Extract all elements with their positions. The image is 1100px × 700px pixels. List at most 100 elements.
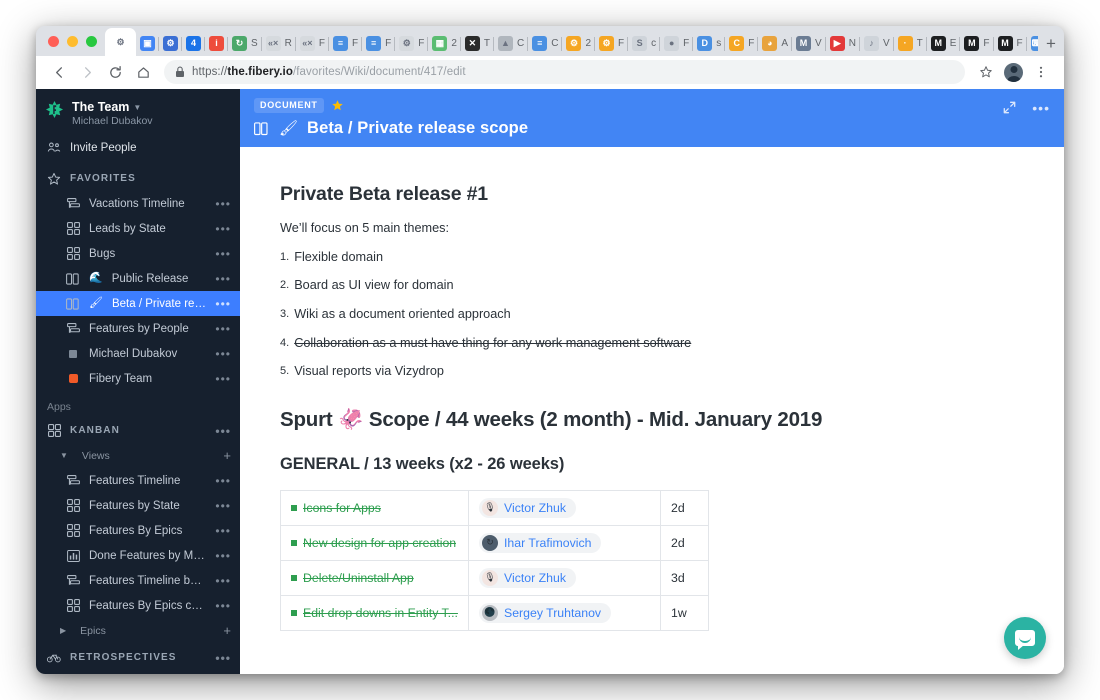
sidebar-item-view[interactable]: Features Timeline ••• <box>36 468 240 493</box>
intercom-chat-button[interactable] <box>1004 617 1046 659</box>
browser-tab[interactable]: MF <box>994 30 1027 56</box>
add-epic-button[interactable]: + <box>223 624 231 637</box>
sidebar-group-epics[interactable]: ▶ Epics + <box>36 618 240 643</box>
browser-tab[interactable]: ▣ <box>136 30 159 56</box>
sidebar-group-views[interactable]: ▼ Views + <box>36 443 240 468</box>
view-more-icon[interactable]: ••• <box>215 575 231 587</box>
view-more-icon[interactable]: ••• <box>215 525 231 537</box>
sidebar-item-favorite[interactable]: Bugs ••• <box>36 241 240 266</box>
sidebar-item-view[interactable]: Features By Epics ••• <box>36 518 240 543</box>
view-more-icon[interactable]: ••• <box>215 475 231 487</box>
tab-favicon-icon: ⚙ <box>163 35 178 51</box>
browser-tab[interactable]: «× R <box>262 30 296 56</box>
back-arrow-icon[interactable] <box>46 59 72 85</box>
browser-tab[interactable]: ≡ C <box>528 30 563 56</box>
person-chip[interactable]: ↻ Ihar Trafimovich <box>479 532 602 553</box>
task-link[interactable]: Edit drop downs in Entity T... <box>291 606 458 620</box>
browser-tab[interactable]: ◕ A <box>758 30 793 56</box>
sidebar-item-favorite[interactable]: Michael Dubakov ••• <box>36 341 240 366</box>
favorite-label: Bugs <box>89 247 116 260</box>
profile-avatar[interactable] <box>1004 62 1023 82</box>
reload-icon[interactable] <box>102 59 128 85</box>
browser-tab[interactable]: ▲ C <box>494 30 529 56</box>
star-icon[interactable] <box>973 59 999 85</box>
home-icon[interactable] <box>130 59 156 85</box>
sidebar-item-favorite[interactable]: 🖌 Beta / Private release sc... ••• <box>36 291 240 316</box>
favorite-more-icon[interactable]: ••• <box>215 248 231 260</box>
sidebar-item-favorite[interactable]: Leads by State ••• <box>36 216 240 241</box>
close-window-button[interactable] <box>48 35 59 47</box>
workspace-header[interactable]: The Team ▼ Michael Dubakov <box>36 89 240 135</box>
browser-tab[interactable]: ⚙ F <box>595 30 629 56</box>
star-filled-icon[interactable] <box>331 99 344 112</box>
favorite-more-icon[interactable]: ••• <box>215 323 231 335</box>
favorite-label: Beta / Private release sc... <box>111 297 206 310</box>
sidebar-item-view[interactable]: Done Features by Months ••• <box>36 543 240 568</box>
browser-tab[interactable]: 4 <box>182 30 205 56</box>
favorite-more-icon[interactable]: ••• <box>215 348 231 360</box>
browser-tab[interactable]: ▶ N <box>826 30 860 56</box>
forward-arrow-icon[interactable] <box>74 59 100 85</box>
sidebar-item-invite-people[interactable]: Invite People <box>36 135 240 160</box>
table-cell-person: 🎙 Victor Zhuk <box>468 559 661 596</box>
browser-tab[interactable]: ≡ F <box>329 30 363 56</box>
view-more-icon[interactable]: ••• <box>215 550 231 562</box>
sidebar-item-kanban[interactable]: KANBAN ••• <box>36 418 240 443</box>
sidebar-item-view[interactable]: Features Timeline by assignee ••• <box>36 568 240 593</box>
maximize-window-button[interactable] <box>86 35 97 47</box>
browser-tab[interactable]: Sc <box>628 30 661 56</box>
browser-tab[interactable]: ⌨j <box>1027 30 1038 56</box>
workspace-name[interactable]: The Team ▼ <box>72 100 153 114</box>
browser-tab[interactable]: ⚙ F <box>395 30 429 56</box>
browser-tab[interactable]: MF <box>960 30 994 56</box>
more-options-icon[interactable]: ••• <box>1032 101 1050 115</box>
browser-tab[interactable]: · T <box>894 30 927 56</box>
browser-tab[interactable]: MV <box>792 30 826 56</box>
task-link[interactable]: Icons for Apps <box>291 501 381 515</box>
sidebar-item-view[interactable]: Features By Epics copy ••• <box>36 593 240 618</box>
split-view-icon[interactable] <box>254 121 270 136</box>
new-tab-button[interactable]: + <box>1038 30 1064 56</box>
minimize-window-button[interactable] <box>67 35 78 47</box>
browser-tab[interactable]: i <box>205 30 228 56</box>
add-view-button[interactable]: + <box>223 449 231 462</box>
kanban-more-icon[interactable]: ••• <box>215 425 231 437</box>
view-more-icon[interactable]: ••• <box>215 600 231 612</box>
person-chip[interactable]: 🌑 Sergey Truhtanov <box>479 602 612 623</box>
browser-tab[interactable]: ME <box>927 30 961 56</box>
person-chip[interactable]: 🎙 Victor Zhuk <box>479 497 576 518</box>
favorite-more-icon[interactable]: ••• <box>215 298 231 310</box>
browser-tab[interactable]: ↻ S <box>228 30 262 56</box>
expand-icon[interactable] <box>1003 101 1016 114</box>
browser-tab[interactable]: Ds <box>693 30 726 56</box>
address-bar[interactable]: https://the.fibery.io/favorites/Wiki/doc… <box>164 60 965 84</box>
browser-tab[interactable]: ♪ V <box>860 30 894 56</box>
favorite-more-icon[interactable]: ••• <box>215 373 231 385</box>
kebab-menu-icon[interactable] <box>1028 59 1054 85</box>
browser-tab[interactable]: ▦ 2 <box>428 30 461 56</box>
board-icon <box>66 247 80 260</box>
person-chip[interactable]: 🎙 Victor Zhuk <box>479 567 576 588</box>
browser-tab[interactable]: CF <box>725 30 759 56</box>
task-link[interactable]: New design for app creation <box>291 536 456 550</box>
browser-tab[interactable]: ⚙ 2 <box>562 30 596 56</box>
sidebar-item-retrospectives[interactable]: RETROSPECTIVES ••• <box>36 645 240 670</box>
favorite-more-icon[interactable]: ••• <box>215 198 231 210</box>
browser-tab[interactable]: ✕ T <box>461 30 495 56</box>
browser-tab[interactable]: ● F <box>660 30 694 56</box>
browser-tab[interactable]: «× F <box>296 30 330 56</box>
sidebar-item-favorite[interactable]: Features by People ••• <box>36 316 240 341</box>
tab-favicon-icon: ▶ <box>829 35 845 51</box>
retrospectives-more-icon[interactable]: ••• <box>215 652 231 664</box>
view-more-icon[interactable]: ••• <box>215 500 231 512</box>
sidebar-item-favorite[interactable]: 🌊 Public Release ••• <box>36 266 240 291</box>
task-link[interactable]: Delete/Uninstall App <box>291 571 414 585</box>
favorite-more-icon[interactable]: ••• <box>215 223 231 235</box>
favorite-more-icon[interactable]: ••• <box>215 273 231 285</box>
sidebar-item-view[interactable]: Features by State ••• <box>36 493 240 518</box>
browser-tab[interactable]: ≡ F <box>362 30 396 56</box>
sidebar-item-favorite[interactable]: Vacations Timeline ••• <box>36 191 240 216</box>
browser-tab[interactable]: ⚙ <box>159 30 182 56</box>
sidebar-item-favorite[interactable]: Fibery Team ••• <box>36 366 240 391</box>
browser-tab[interactable]: ⚙ <box>105 28 136 56</box>
